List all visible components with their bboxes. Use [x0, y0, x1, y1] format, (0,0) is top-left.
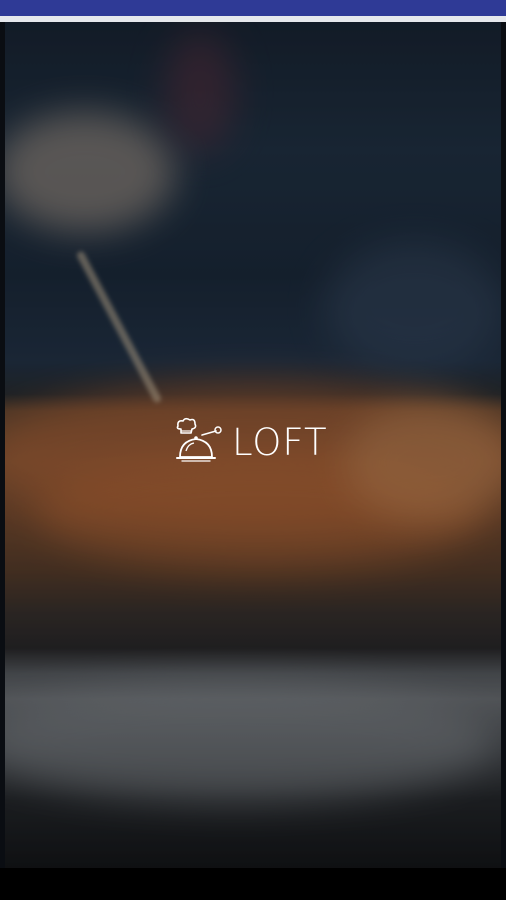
navigation-bar	[0, 868, 506, 900]
splash-screen: LOFT	[0, 0, 506, 900]
chef-cloche-icon	[172, 417, 224, 467]
app-logo: LOFT	[172, 417, 342, 467]
status-bar	[0, 0, 506, 16]
logo-text: LOFT	[232, 420, 328, 464]
